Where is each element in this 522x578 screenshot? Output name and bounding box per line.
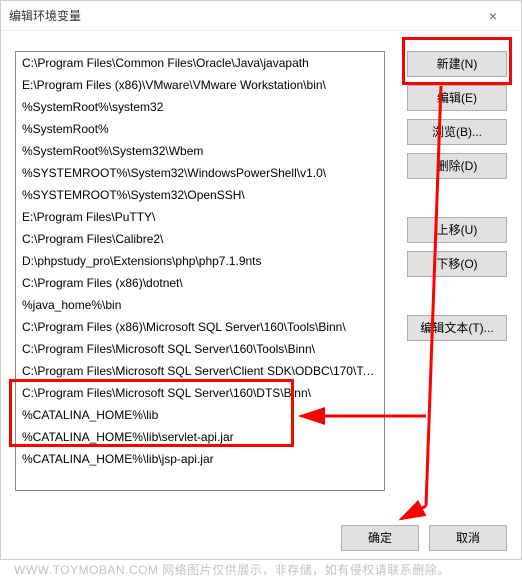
window-title: 编辑环境变量 [9,1,81,31]
path-listbox[interactable]: C:\Program Files\Common Files\Oracle\Jav… [15,51,385,491]
side-button-column: 新建(N) 编辑(E) 浏览(B)... 删除(D) 上移(U) 下移(O) 编… [407,51,507,349]
list-item[interactable]: C:\Program Files\Microsoft SQL Server\Cl… [16,360,384,382]
list-item[interactable]: C:\Program Files\Microsoft SQL Server\16… [16,338,384,360]
list-item[interactable]: C:\Program Files (x86)\dotnet\ [16,272,384,294]
titlebar: 编辑环境变量 × [1,1,521,31]
move-down-button[interactable]: 下移(O) [407,251,507,277]
list-item[interactable]: %CATALINA_HOME%\lib [16,404,384,426]
content-area: C:\Program Files\Common Files\Oracle\Jav… [15,39,507,519]
list-item[interactable]: %CATALINA_HOME%\lib\jsp-api.jar [16,448,384,470]
edit-button[interactable]: 编辑(E) [407,85,507,111]
list-item[interactable]: %SYSTEMROOT%\System32\OpenSSH\ [16,184,384,206]
list-item[interactable]: D:\phpstudy_pro\Extensions\php\php7.1.9n… [16,250,384,272]
watermark-text: WWW.TOYMOBAN.COM 网络图片仅供展示，非存储，如有侵权请联系删除。 [14,561,522,578]
ok-button[interactable]: 确定 [341,525,419,551]
list-item[interactable]: %SystemRoot%\system32 [16,96,384,118]
cancel-button[interactable]: 取消 [429,525,507,551]
list-item[interactable]: %SystemRoot%\System32\Wbem [16,140,384,162]
list-item[interactable]: C:\Program Files\Calibre2\ [16,228,384,250]
dialog-window: 编辑环境变量 × C:\Program Files\Common Files\O… [0,0,522,560]
move-up-button[interactable]: 上移(U) [407,217,507,243]
dialog-footer: 确定 取消 [341,525,507,551]
list-item[interactable]: C:\Program Files (x86)\Microsoft SQL Ser… [16,316,384,338]
close-icon[interactable]: × [473,1,513,31]
list-item[interactable]: C:\Program Files\Microsoft SQL Server\16… [16,382,384,404]
list-item[interactable]: C:\Program Files\Common Files\Oracle\Jav… [16,52,384,74]
list-item[interactable]: %CATALINA_HOME%\lib\servlet-api.jar [16,426,384,448]
edit-text-button[interactable]: 编辑文本(T)... [407,315,507,341]
list-item[interactable]: E:\Program Files (x86)\VMware\VMware Wor… [16,74,384,96]
new-button[interactable]: 新建(N) [407,51,507,77]
list-item[interactable]: %java_home%\bin [16,294,384,316]
browse-button[interactable]: 浏览(B)... [407,119,507,145]
delete-button[interactable]: 删除(D) [407,153,507,179]
list-item[interactable]: %SYSTEMROOT%\System32\WindowsPowerShell\… [16,162,384,184]
list-item[interactable]: %SystemRoot% [16,118,384,140]
list-item[interactable]: E:\Program Files\PuTTY\ [16,206,384,228]
